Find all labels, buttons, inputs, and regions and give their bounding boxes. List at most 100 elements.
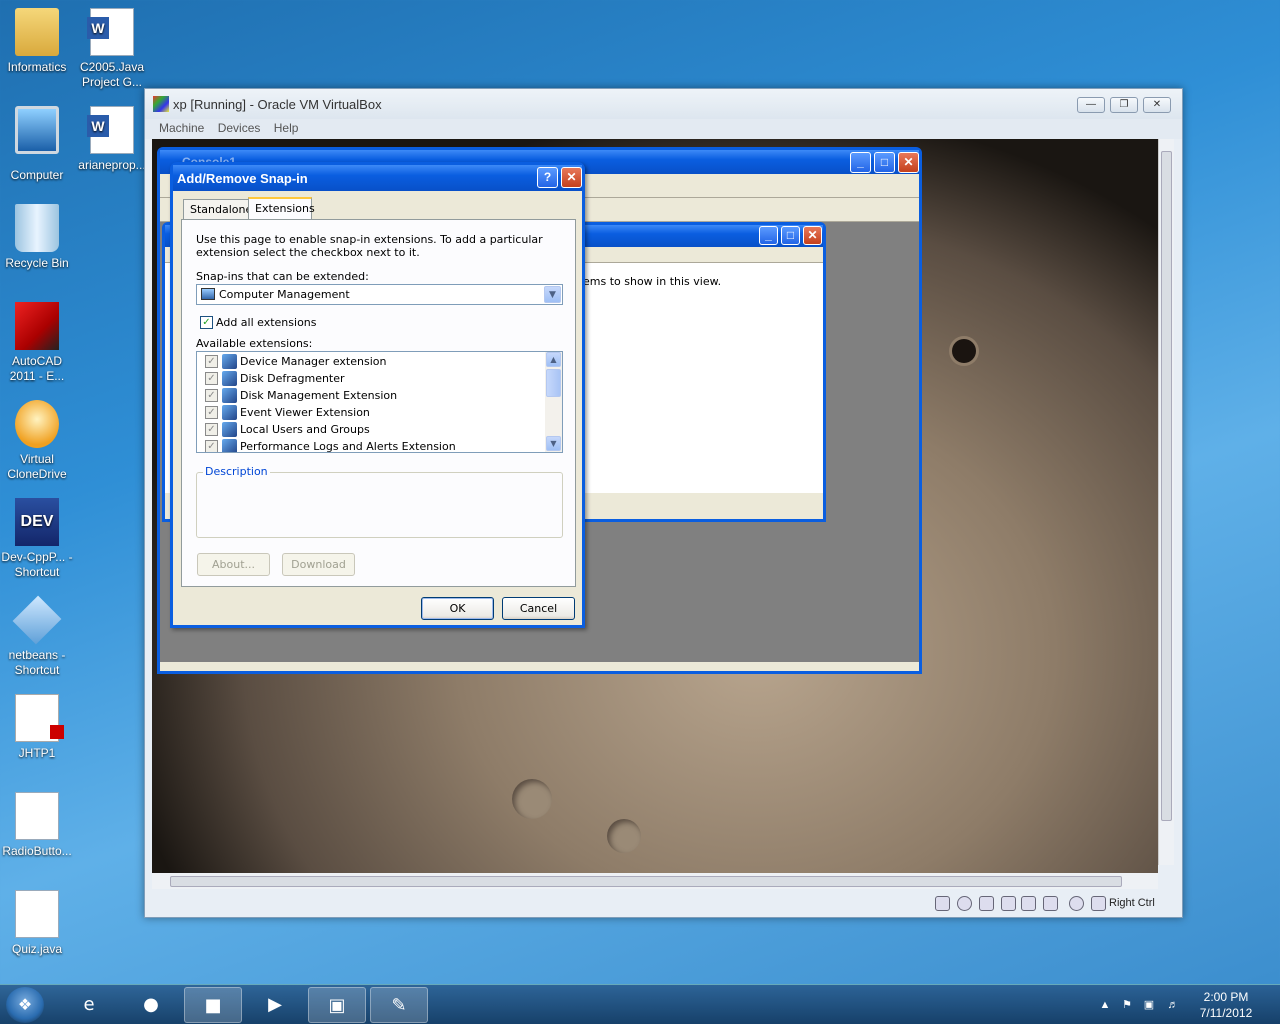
desktop-icon-arianeprop[interactable]: arianeprop...	[75, 106, 149, 173]
usb-icon[interactable]	[979, 896, 994, 911]
extensions-list: ✓ Device Manager extension ✓ Disk Defrag…	[196, 351, 563, 453]
computer-icon	[15, 106, 59, 154]
add-all-extensions-checkbox[interactable]: ✓	[200, 316, 213, 329]
horizontal-scrollbar[interactable]	[152, 873, 1158, 889]
desktop-icon-clonedrive[interactable]: Virtual CloneDrive	[0, 400, 74, 482]
vbox-statusbar: Right Ctrl	[145, 891, 1182, 917]
desktop-icon-quiz-java[interactable]: Quiz.java	[0, 890, 74, 957]
desktop-icon-autocad[interactable]: AutoCAD 2011 - E...	[0, 302, 74, 384]
menu-help[interactable]: Help	[270, 119, 305, 135]
desktop-icon-label: AutoCAD 2011 - E...	[9, 354, 65, 383]
virtualbox-taskbar-icon[interactable]: ▣	[308, 987, 366, 1023]
word-doc-icon	[87, 106, 134, 154]
list-item[interactable]: ✓ Local Users and Groups	[197, 421, 545, 438]
dialog-titlebar: Add/Remove Snap-in ? ✕	[173, 165, 582, 191]
start-button[interactable]: ❖	[6, 987, 44, 1023]
desktop-icon-computer[interactable]: Computer	[0, 106, 74, 183]
display-icon[interactable]	[1043, 896, 1058, 911]
desktop-icon-informatics[interactable]: Informatics	[0, 8, 74, 75]
clock-date: 7/11/2012	[1199, 1006, 1253, 1020]
ok-button[interactable]: OK	[421, 597, 494, 620]
action-center-icon[interactable]: ⚑	[1120, 998, 1134, 1012]
scroll-up-icon[interactable]: ▲	[546, 352, 561, 367]
list-item[interactable]: ✓ Disk Defragmenter	[197, 370, 545, 387]
host-key-label: Right Ctrl	[1109, 897, 1155, 909]
vertical-scrollbar[interactable]	[1158, 139, 1174, 865]
network-icon[interactable]: ▣	[1142, 998, 1156, 1012]
chevron-down-icon[interactable]: ▼	[544, 286, 561, 303]
list-scrollbar[interactable]: ▲ ▼	[545, 352, 562, 452]
maximize-button[interactable]: □	[874, 152, 895, 173]
extension-label: Performance Logs and Alerts Extension	[240, 440, 456, 453]
desktop-icon-radiobutton[interactable]: RadioButto...	[0, 792, 74, 859]
desktop-icon-recycle-bin[interactable]: Recycle Bin	[0, 204, 74, 271]
tab-extensions[interactable]: Extensions	[248, 197, 315, 219]
mouse-integration-icon[interactable]	[1069, 896, 1084, 911]
menu-devices[interactable]: Devices	[214, 119, 267, 135]
minimize-button[interactable]: _	[759, 226, 778, 245]
list-item[interactable]: ✓ Device Manager extension	[197, 353, 545, 370]
extension-checkbox[interactable]: ✓	[205, 355, 218, 368]
extension-checkbox[interactable]: ✓	[205, 423, 218, 436]
network-icon[interactable]	[1001, 896, 1016, 911]
desktop-icon-c2005-java[interactable]: C2005.Java Project G...	[75, 8, 149, 90]
scroll-thumb[interactable]	[546, 369, 561, 397]
cancel-button[interactable]: Cancel	[502, 597, 575, 620]
cd-icon[interactable]	[957, 896, 972, 911]
disk-management-icon	[222, 388, 237, 403]
desktop-icon-label: Informatics	[7, 60, 67, 74]
help-button[interactable]: ?	[537, 167, 558, 188]
add-remove-snapin-dialog: Add/Remove Snap-in ? ✕ Standalone Extens…	[170, 162, 585, 628]
volume-icon[interactable]: ♬	[1166, 998, 1180, 1012]
media-player-icon[interactable]: ▶	[246, 987, 304, 1023]
list-item[interactable]: ✓ Event Viewer Extension	[197, 404, 545, 421]
desktop-icon-devcpp[interactable]: DEV Dev-CppP... - Shortcut	[0, 498, 74, 580]
clonedrive-icon	[15, 400, 59, 448]
list-item[interactable]: ✓ Disk Management Extension	[197, 387, 545, 404]
desktop-icon-label: RadioButto...	[2, 844, 72, 858]
show-hidden-icons-icon[interactable]: ▲	[1098, 998, 1112, 1012]
snapins-label: Snap-ins that can be extended:	[196, 270, 369, 283]
firefox-icon[interactable]: ●	[122, 987, 180, 1023]
file-icon	[15, 890, 59, 938]
about-button[interactable]: About...	[197, 553, 270, 576]
close-button[interactable]: ✕	[803, 226, 822, 245]
menu-machine[interactable]: Machine	[145, 119, 210, 135]
desktop-icon-jhtp1[interactable]: JHTP1	[0, 694, 74, 761]
extension-checkbox[interactable]: ✓	[205, 440, 218, 452]
list-item[interactable]: ✓ Performance Logs and Alerts Extension	[197, 438, 545, 453]
download-button[interactable]: Download	[282, 553, 355, 576]
desktop-icon-label: Virtual CloneDrive	[7, 452, 67, 481]
scroll-thumb[interactable]	[170, 876, 1122, 887]
desktop-icon-netbeans[interactable]: netbeans - Shortcut	[0, 595, 74, 678]
close-button[interactable]: ✕	[1143, 97, 1171, 113]
shared-folder-icon[interactable]	[1021, 896, 1036, 911]
extension-checkbox[interactable]: ✓	[205, 389, 218, 402]
scroll-thumb[interactable]	[1161, 151, 1172, 821]
file-icon	[15, 792, 59, 840]
desktop-icon-label: Computer	[10, 168, 64, 182]
extension-checkbox[interactable]: ✓	[205, 406, 218, 419]
word-doc-icon	[87, 8, 134, 56]
tab-standalone[interactable]: Standalone	[183, 199, 252, 219]
add-all-extensions-label[interactable]: Add all extensions	[216, 316, 317, 329]
extension-label: Device Manager extension	[240, 355, 387, 368]
crater-shape	[952, 339, 976, 363]
clock-time: 2:00 PM	[1203, 990, 1249, 1004]
extension-checkbox[interactable]: ✓	[205, 372, 218, 385]
snapins-dropdown[interactable]: Computer Management ▼	[196, 284, 563, 305]
minimize-button[interactable]: _	[850, 152, 871, 173]
file-explorer-icon[interactable]: ■	[184, 987, 242, 1023]
paint-icon[interactable]: ✎	[370, 987, 428, 1023]
clock[interactable]: 2:00 PM 7/11/2012	[1196, 989, 1256, 1021]
close-button[interactable]: ✕	[561, 167, 582, 188]
hdd-icon[interactable]	[935, 896, 950, 911]
close-button[interactable]: ✕	[898, 152, 919, 173]
scroll-down-icon[interactable]: ▼	[546, 436, 561, 451]
restore-button[interactable]: ❐	[1110, 97, 1138, 113]
internet-explorer-icon[interactable]: e	[60, 987, 118, 1023]
maximize-button[interactable]: □	[781, 226, 800, 245]
snapins-value: Computer Management	[219, 288, 350, 301]
minimize-button[interactable]: —	[1077, 97, 1105, 113]
extension-label: Local Users and Groups	[240, 423, 370, 436]
